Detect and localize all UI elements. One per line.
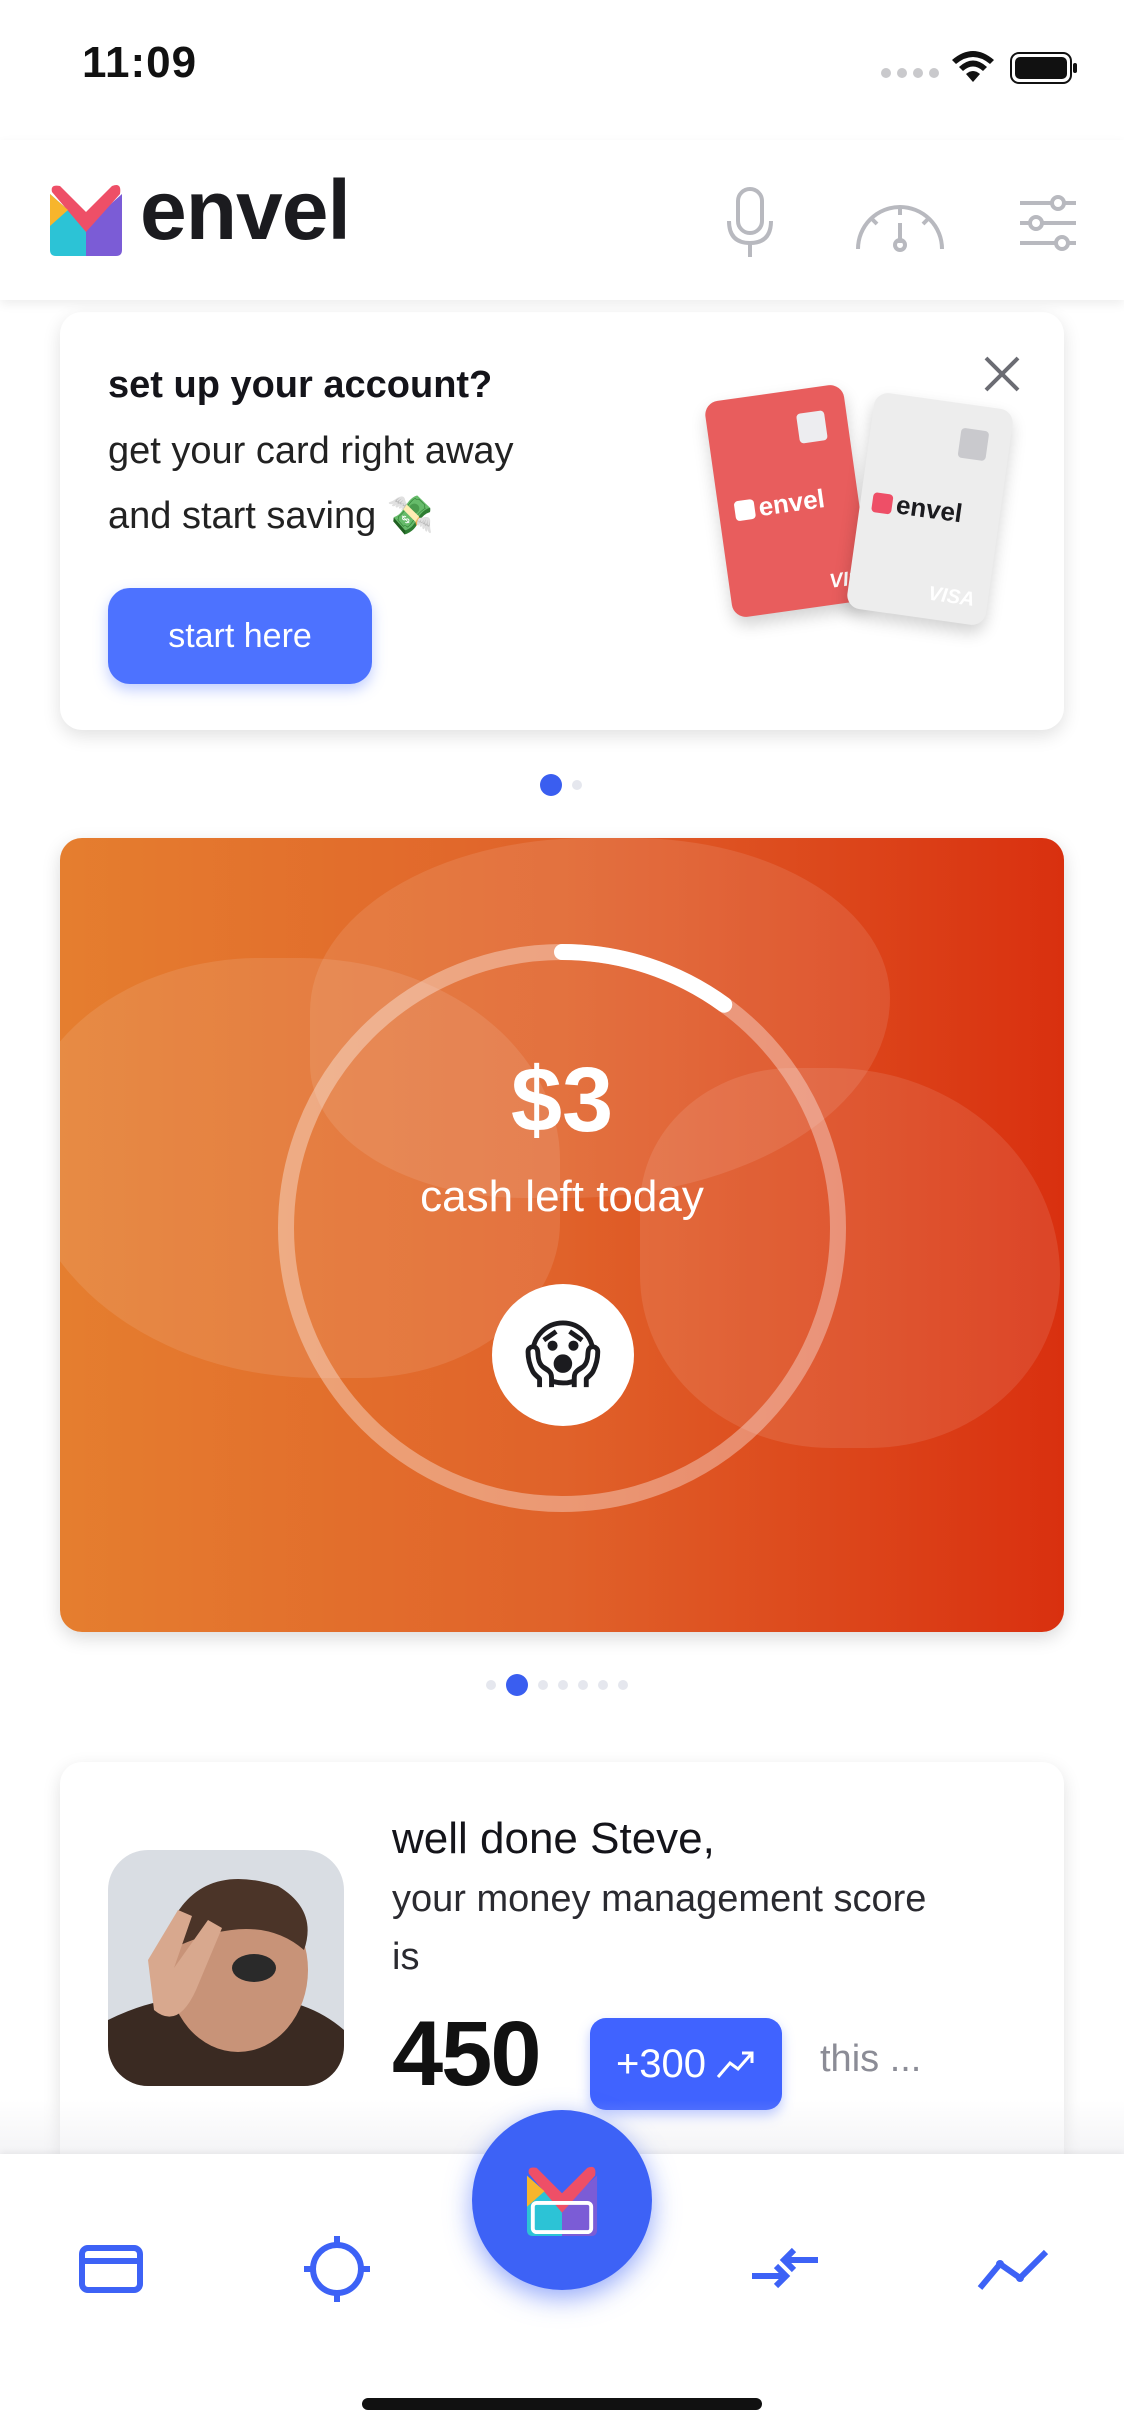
trend-icon — [977, 2249, 1049, 2290]
promo-line-2: and start saving 💸 — [108, 495, 435, 537]
promo-title: set up your account? — [108, 364, 493, 406]
gauge-icon — [856, 205, 944, 252]
score-period: this ... — [820, 2038, 922, 2080]
signal-icon — [881, 68, 939, 78]
home-fab-button[interactable] — [472, 2110, 652, 2290]
user-photo — [108, 1850, 344, 2086]
promo-pager[interactable] — [540, 774, 582, 796]
tab-insights[interactable] — [968, 2224, 1058, 2314]
pager-dot-active[interactable] — [540, 774, 562, 796]
home-indicator[interactable] — [362, 2398, 762, 2410]
pager-dot-active[interactable] — [506, 1674, 528, 1696]
pager-dot[interactable] — [618, 1680, 628, 1690]
mood-emoji: 😱 — [492, 1284, 634, 1426]
status-time: 11:09 — [82, 38, 198, 87]
microphone-icon — [727, 187, 773, 257]
tab-goals[interactable] — [292, 2224, 382, 2314]
pager-dot[interactable] — [486, 1680, 496, 1690]
card-brand: envel — [756, 483, 827, 523]
tab-transfer[interactable] — [740, 2224, 830, 2314]
target-icon — [304, 2236, 370, 2302]
cash-left-card: $3 cash left today 😱 — [60, 838, 1064, 1632]
pager-dot[interactable] — [572, 780, 582, 790]
battery-icon — [1010, 52, 1077, 84]
start-here-button[interactable]: start here — [108, 588, 372, 684]
envel-logo-icon — [526, 2166, 598, 2236]
scream-emoji-icon: 😱 — [524, 1313, 602, 1396]
pager-dot[interactable] — [558, 1680, 568, 1690]
avatar — [108, 1850, 344, 2086]
red-card-image: envel VISA — [703, 383, 877, 619]
trend-up-icon — [716, 2051, 754, 2078]
card-brand-2: envel — [894, 489, 965, 529]
setup-account-card: set up your account? get your card right… — [60, 312, 1064, 730]
envel-logo-icon — [50, 185, 122, 256]
score-text-line-1: your money management score — [392, 1878, 927, 1920]
wifi-icon — [952, 51, 994, 82]
card-icon — [79, 2245, 143, 2293]
tab-cards[interactable] — [66, 2224, 156, 2314]
budget-pager[interactable] — [486, 1674, 628, 1696]
score-delta: +300 — [615, 2041, 707, 2086]
cash-left-label: cash left today — [420, 1172, 704, 1221]
sliders-icon — [1020, 195, 1076, 251]
score-delta-badge: +300 — [590, 2018, 782, 2110]
brand-wordmark: envel — [140, 163, 351, 257]
pager-dot[interactable] — [538, 1680, 548, 1690]
microphone-button[interactable] — [702, 178, 798, 268]
transfer-icon — [752, 2247, 818, 2289]
card-network-2: VISA — [926, 582, 976, 611]
gauge-button[interactable] — [852, 178, 948, 268]
score-text-line-2: is — [392, 1936, 420, 1978]
cash-progress-ring — [278, 944, 846, 1512]
pager-dot[interactable] — [578, 1680, 588, 1690]
cash-left-amount: $3 — [510, 1049, 614, 1151]
status-bar: 11:09 — [0, 0, 1124, 140]
close-icon[interactable] — [980, 352, 1024, 396]
promo-line-1: get your card right away — [108, 430, 514, 472]
pager-dot[interactable] — [598, 1680, 608, 1690]
score-greeting: well done Steve, — [392, 1814, 715, 1863]
app-header: envel — [0, 140, 1124, 300]
white-card-image: envel VISA — [845, 391, 1015, 627]
settings-button[interactable] — [1000, 178, 1096, 268]
score-value: 450 — [392, 2003, 541, 2105]
